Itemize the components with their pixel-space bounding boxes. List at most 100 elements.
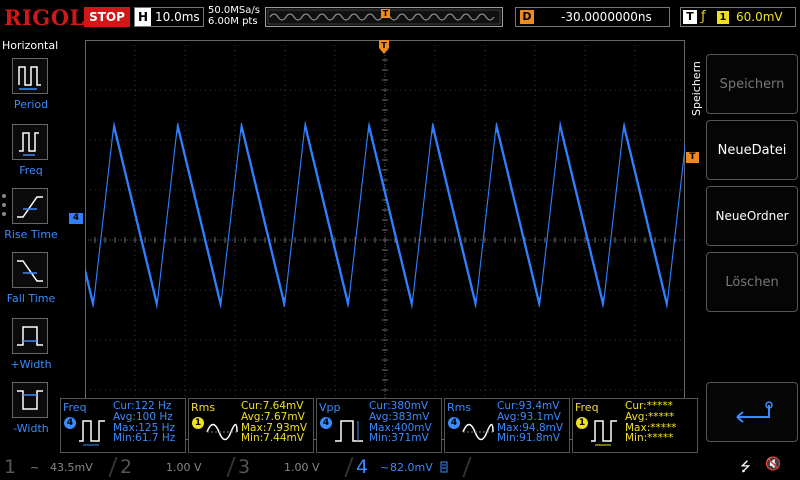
channel-badge: 4 bbox=[320, 417, 332, 429]
measurement-name: Rms bbox=[447, 401, 472, 414]
menu-title: Horizontal bbox=[2, 39, 59, 52]
channel-badge: 4 bbox=[448, 417, 460, 429]
channel-badge: 1 bbox=[192, 417, 204, 429]
period-icon bbox=[12, 58, 48, 94]
measurement-name: Freq bbox=[63, 401, 87, 414]
new-folder-button-label: NeueOrdner bbox=[715, 209, 789, 223]
delay-box[interactable]: D -30.0000000ns bbox=[515, 7, 670, 27]
rising-edge-icon: ƒ bbox=[701, 9, 706, 24]
measurement-stats: Cur:93.4mV Avg:93.1mV Max:94.8mV Min:91.… bbox=[497, 401, 563, 444]
measure-period-label: Period bbox=[13, 98, 49, 111]
ch4-ground-marker[interactable]: 4 bbox=[69, 213, 83, 224]
bandwidth-limit-icon bbox=[440, 461, 448, 473]
timebase-box[interactable]: H 10.0ms bbox=[134, 7, 204, 27]
channel-badge: 4 bbox=[64, 417, 76, 429]
measure-period[interactable]: Period bbox=[0, 58, 62, 120]
new-folder-button[interactable]: NeueOrdner bbox=[706, 186, 798, 246]
rms-icon bbox=[462, 423, 494, 441]
measure-freq[interactable]: Freq bbox=[0, 124, 62, 186]
stat-avg: Avg:***** bbox=[625, 410, 675, 423]
stat-min: Min:7.44mV bbox=[241, 432, 304, 445]
measure-neg-width-label: -Width bbox=[13, 422, 49, 435]
channel-badge: 1 bbox=[576, 417, 588, 429]
neg-width-icon bbox=[12, 382, 48, 418]
measure-pos-width[interactable]: +Width bbox=[0, 318, 62, 380]
measurement-bar: Freq 4 Cur:122 Hz Avg:100 Hz Max:125 Hz … bbox=[60, 398, 700, 454]
measurement-rms-ch1[interactable]: Rms 1 Cur:7.64mV Avg:7.67mV Max:7.93mV M… bbox=[188, 398, 314, 453]
ac-coupling-icon: ~ bbox=[380, 461, 390, 474]
channel-4-status[interactable]: 4 ~ 82.0mV bbox=[352, 455, 464, 479]
stat-avg: Avg:93.1mV bbox=[497, 410, 561, 423]
measurement-stats: Cur:***** Avg:***** Max:***** Min:***** bbox=[625, 401, 677, 444]
measurement-stats: Cur:380mV Avg:383mV Max:400mV Min:371mV bbox=[369, 401, 432, 444]
measure-rise-time[interactable]: Rise Time bbox=[0, 188, 62, 250]
measurement-freq-ch1[interactable]: Freq 1 Cur:***** Avg:***** Max:***** Min… bbox=[572, 398, 698, 453]
channel-scale: 82.0mV bbox=[390, 461, 433, 474]
top-status-bar: RIGOL STOP H 10.0ms 50.0MSa/s 6.00M pts … bbox=[0, 0, 800, 36]
trigger-source: 1 bbox=[717, 11, 729, 24]
channel-2-status[interactable]: 2 1.00 V bbox=[116, 455, 228, 479]
speaker-muted-icon[interactable]: 🔇 bbox=[765, 457, 781, 472]
save-button-label: Speichern bbox=[719, 76, 785, 92]
trigger-level: 60.0mV bbox=[736, 10, 783, 24]
stat-min: Min:***** bbox=[625, 432, 674, 445]
memory-depth: 6.00M pts bbox=[208, 16, 258, 27]
measurement-stats: Cur:122 Hz Avg:100 Hz Max:125 Hz Min:61.… bbox=[113, 401, 175, 444]
return-arrow-icon bbox=[736, 401, 773, 423]
measurement-freq-ch4[interactable]: Freq 4 Cur:122 Hz Avg:100 Hz Max:125 Hz … bbox=[60, 398, 186, 453]
trigger-label: T bbox=[683, 10, 697, 24]
sample-rate: 50.0MSa/s bbox=[208, 5, 260, 16]
horizontal-label: H bbox=[135, 8, 151, 26]
vpp-icon bbox=[335, 420, 363, 442]
rigol-logo: RIGOL bbox=[4, 5, 85, 30]
measurement-rms-ch4[interactable]: Rms 4 Cur:93.4mV Avg:93.1mV Max:94.8mV M… bbox=[444, 398, 570, 453]
delay-label: D bbox=[520, 10, 534, 24]
measure-pos-width-label: +Width bbox=[10, 358, 52, 371]
pos-width-icon bbox=[12, 318, 48, 354]
trigger-position-label: T bbox=[381, 41, 387, 50]
stat-min: Min:61.7 Hz bbox=[113, 432, 176, 445]
run-stop-status[interactable]: STOP bbox=[84, 7, 130, 27]
menu-tab-label: Speichern bbox=[690, 61, 703, 116]
stat-avg: Avg:100 Hz bbox=[113, 410, 173, 423]
timeline-trigger-marker: T bbox=[381, 9, 390, 18]
waveform-graticule[interactable] bbox=[85, 40, 685, 440]
channel-3-status[interactable]: 3 1.00 V bbox=[234, 455, 346, 479]
measure-fall-time[interactable]: Fall Time bbox=[0, 252, 62, 314]
measurement-stats: Cur:7.64mV Avg:7.67mV Max:7.93mV Min:7.4… bbox=[241, 401, 307, 444]
stat-min: Min:371mV bbox=[369, 432, 429, 445]
horizontal-measure-menu: Horizontal Period Freq Rise Time Fall Ti… bbox=[0, 36, 62, 454]
rms-icon bbox=[206, 423, 238, 441]
acquisition-info: 50.0MSa/s 6.00M pts bbox=[208, 5, 260, 27]
save-button[interactable]: Speichern bbox=[706, 54, 798, 114]
fall-time-icon bbox=[12, 252, 48, 288]
trigger-box[interactable]: T ƒ 1 60.0mV bbox=[680, 7, 796, 27]
channel-scale: 1.00 V bbox=[166, 461, 202, 474]
grid-lines bbox=[85, 40, 685, 440]
freq-icon bbox=[591, 420, 617, 446]
measure-neg-width[interactable]: -Width bbox=[0, 382, 62, 444]
stat-min: Min:91.8mV bbox=[497, 432, 560, 445]
new-file-button[interactable]: NeueDatei bbox=[706, 120, 798, 180]
channel-status-bar: 1 ~ 43.5mV 2 1.00 V 3 1.00 V 4 ~ 82.0mV bbox=[0, 454, 800, 480]
measurement-vpp-ch4[interactable]: Vpp 4 Cur:380mV Avg:383mV Max:400mV Min:… bbox=[316, 398, 442, 453]
channel-1-status[interactable]: 1 ~ 43.5mV bbox=[0, 455, 110, 479]
measurement-name: Freq bbox=[575, 401, 599, 414]
channel-number: 4 bbox=[356, 456, 369, 478]
ac-coupling-icon: ~ bbox=[30, 461, 40, 474]
channel-scale: 43.5mV bbox=[50, 461, 93, 474]
delay-value: -30.0000000ns bbox=[561, 10, 652, 24]
measurement-name: Rms bbox=[191, 401, 216, 414]
stat-avg: Avg:383mV bbox=[369, 410, 430, 423]
stat-avg: Avg:7.67mV bbox=[241, 410, 305, 423]
freq-icon bbox=[79, 420, 105, 446]
memory-timeline: T bbox=[265, 7, 503, 27]
trigger-position-marker[interactable]: T bbox=[379, 40, 389, 54]
channel-number: 1 bbox=[4, 456, 17, 478]
back-button[interactable] bbox=[706, 382, 798, 442]
channel-number: 2 bbox=[120, 456, 133, 478]
delete-button[interactable]: Löschen bbox=[706, 252, 798, 312]
freq-icon bbox=[12, 124, 48, 160]
channel-number: 3 bbox=[238, 456, 251, 478]
measure-rise-time-label: Rise Time bbox=[4, 228, 58, 241]
